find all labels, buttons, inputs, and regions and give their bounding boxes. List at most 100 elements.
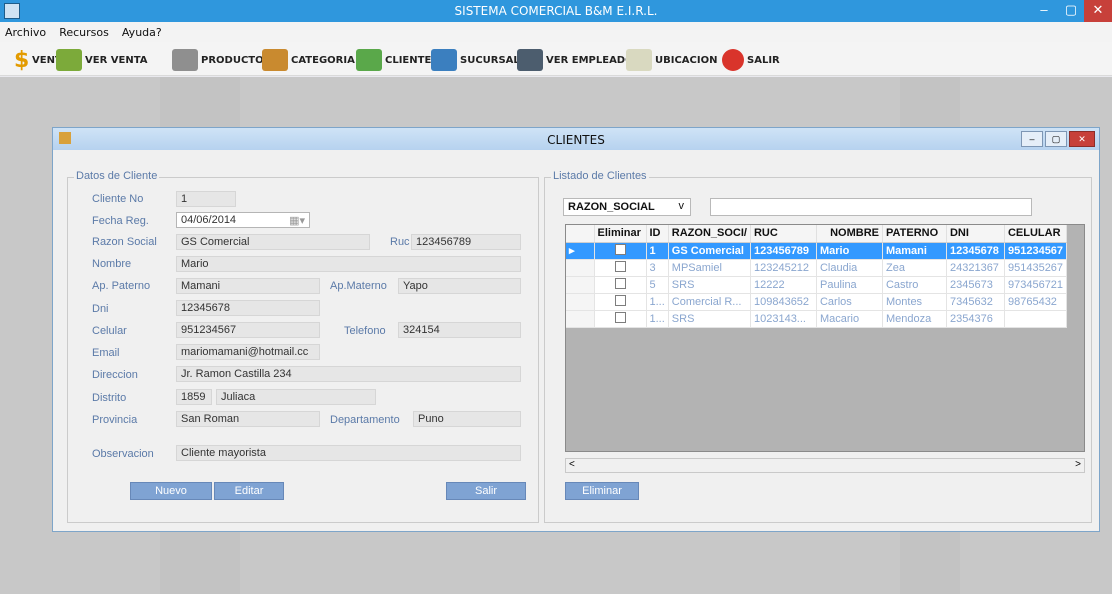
scroll-right-icon[interactable]: >	[1075, 459, 1081, 470]
ruc-field[interactable]: 123456789	[411, 234, 521, 250]
column-id[interactable]: ID	[646, 225, 669, 243]
clientes-window-titlebar: CLIENTES – ▢ ✕	[53, 128, 1099, 150]
row-header[interactable]	[566, 293, 595, 311]
client-list-group: Listado de Clientes RAZON_SOCIAL v Elimi…	[544, 170, 1092, 523]
ap-materno-label: Ap.Materno	[330, 280, 387, 292]
table-row[interactable]: 1... SRS 1023143... Macario Mendoza 2354…	[566, 310, 1068, 328]
direccion-field[interactable]: Jr. Ramon Castilla 234	[176, 366, 521, 382]
eliminar-checkbox[interactable]	[614, 277, 626, 289]
row-header[interactable]	[566, 310, 595, 328]
eliminar-checkbox[interactable]	[614, 311, 626, 323]
child-maximize-button[interactable]: ▢	[1045, 131, 1067, 147]
table-row[interactable]: 3 MPSamiel 123245212 Claudia Zea 2432136…	[566, 259, 1068, 277]
cell-nombre: Claudia	[816, 259, 883, 277]
employee-icon	[517, 49, 543, 71]
client-data-group-title: Datos de Cliente	[74, 170, 160, 182]
toolbar-ver-venta-label: VER VENTA	[85, 54, 148, 66]
cell-ruc: 123245212	[750, 259, 817, 277]
clients-icon	[356, 49, 382, 71]
toolbar-clientes-button[interactable]: CLIENTES	[356, 48, 439, 72]
razon-social-field[interactable]: GS Comercial	[176, 234, 370, 250]
chevron-down-icon: v	[678, 200, 685, 212]
menu-recursos[interactable]: Recursos	[54, 22, 114, 39]
toolbar-ubicacion-button[interactable]: UBICACION	[626, 48, 717, 72]
toolbar-categoria-button[interactable]: CATEGORIA	[262, 48, 355, 72]
column-dni[interactable]: DNI	[946, 225, 1005, 243]
cell-celular: 951435267	[1004, 259, 1068, 277]
email-label: Email	[92, 347, 120, 359]
nuevo-button[interactable]: Nuevo	[130, 482, 212, 500]
clientes-window: CLIENTES – ▢ ✕ Datos de Cliente Cliente …	[52, 127, 1100, 532]
provincia-field[interactable]: San Roman	[176, 411, 320, 427]
toolbar-sucursal-button[interactable]: SUCURSAL	[431, 48, 520, 72]
maximize-button[interactable]: ▢	[1057, 0, 1085, 22]
cell-paterno: Montes	[882, 293, 947, 311]
calendar-icon[interactable]: ▦▾	[289, 214, 305, 227]
row-header[interactable]	[566, 276, 595, 294]
dni-label: Dni	[92, 303, 109, 315]
toolbar-ver-empleados-button[interactable]: VER EMPLEADOS	[517, 48, 641, 72]
table-row[interactable]: ▸ 1 GS Comercial 123456789 Mario Mamani …	[566, 242, 1068, 260]
toolbar-salir-button[interactable]: SALIR	[722, 48, 780, 72]
column-nombre[interactable]: NOMBRE	[816, 225, 883, 243]
location-icon	[626, 49, 652, 71]
eliminar-button[interactable]: Eliminar	[565, 482, 639, 500]
cell-paterno: Mamani	[882, 242, 947, 260]
column-ruc[interactable]: RUC	[750, 225, 817, 243]
table-row[interactable]: 1... Comercial R... 109843652 Carlos Mon…	[566, 293, 1068, 311]
ap-paterno-label: Ap. Paterno	[92, 280, 151, 292]
salir-button[interactable]: Salir	[446, 482, 526, 500]
departamento-field[interactable]: Puno	[413, 411, 521, 427]
table-row[interactable]: 5 SRS 12222 Paulina Castro 2345673 97345…	[566, 276, 1068, 294]
minimize-button[interactable]: –	[1030, 0, 1058, 22]
dni-field[interactable]: 12345678	[176, 300, 320, 316]
grid-horizontal-scrollbar[interactable]: < >	[565, 458, 1085, 473]
column-razon-social[interactable]: RAZON_SOCI/	[668, 225, 751, 243]
cell-razon-social: GS Comercial	[668, 242, 751, 260]
clients-grid[interactable]: Eliminar ID RAZON_SOCI/ RUC NOMBRE PATER…	[565, 224, 1085, 452]
scroll-left-icon[interactable]: <	[569, 459, 575, 470]
search-input[interactable]	[710, 198, 1032, 216]
celular-field[interactable]: 951234567	[176, 322, 320, 338]
column-celular[interactable]: CELULAR	[1004, 225, 1068, 243]
ap-paterno-field[interactable]: Mamani	[176, 278, 320, 294]
toolbar-ver-venta-button[interactable]: VER VENTA	[56, 48, 147, 72]
menu-bar: Archivo Recursos Ayuda?	[0, 22, 1112, 42]
grid-row-header-corner	[566, 225, 595, 243]
grid-header-row: Eliminar ID RAZON_SOCI/ RUC NOMBRE PATER…	[566, 225, 1068, 243]
filter-field-select[interactable]: RAZON_SOCIAL v	[563, 198, 691, 216]
departamento-label: Departamento	[330, 414, 400, 426]
row-header[interactable]	[566, 259, 595, 277]
toolbar-productos-button[interactable]: PRODUCTOS	[172, 48, 271, 72]
close-button[interactable]: ✕	[1084, 0, 1112, 22]
child-close-button[interactable]: ✕	[1069, 131, 1095, 147]
editar-button[interactable]: Editar	[214, 482, 284, 500]
cell-id: 1	[646, 242, 669, 260]
child-minimize-button[interactable]: –	[1021, 131, 1043, 147]
cliente-no-field[interactable]: 1	[176, 191, 236, 207]
distrito-code-field[interactable]: 1859	[176, 389, 212, 405]
menu-archivo[interactable]: Archivo	[0, 22, 51, 39]
nombre-field[interactable]: Mario	[176, 256, 521, 272]
razon-social-label: Razon Social	[92, 236, 157, 248]
eliminar-checkbox[interactable]	[614, 260, 626, 272]
distrito-name-field[interactable]: Juliaca	[216, 389, 376, 405]
clientes-window-title: CLIENTES	[547, 133, 605, 147]
telefono-field[interactable]: 324154	[398, 322, 521, 338]
ap-materno-field[interactable]: Yapo	[398, 278, 521, 294]
column-paterno[interactable]: PATERNO	[882, 225, 947, 243]
cell-paterno: Zea	[882, 259, 947, 277]
client-data-group: Datos de Cliente Cliente No 1 Fecha Reg.…	[67, 170, 539, 523]
fecha-reg-picker[interactable]: 04/06/2014 ▦▾	[176, 212, 310, 228]
ruc-label: Ruc	[390, 236, 410, 248]
cell-dni: 24321367	[946, 259, 1005, 277]
observacion-field[interactable]: Cliente mayorista	[176, 445, 521, 461]
eliminar-checkbox[interactable]	[614, 243, 626, 255]
client-list-group-title: Listado de Clientes	[551, 170, 649, 182]
cell-nombre: Paulina	[816, 276, 883, 294]
column-eliminar[interactable]: Eliminar	[594, 225, 647, 243]
cell-nombre: Macario	[816, 310, 883, 328]
menu-ayuda[interactable]: Ayuda?	[117, 22, 167, 39]
email-field[interactable]: mariomamani@hotmail.cc	[176, 344, 320, 360]
eliminar-checkbox[interactable]	[614, 294, 626, 306]
